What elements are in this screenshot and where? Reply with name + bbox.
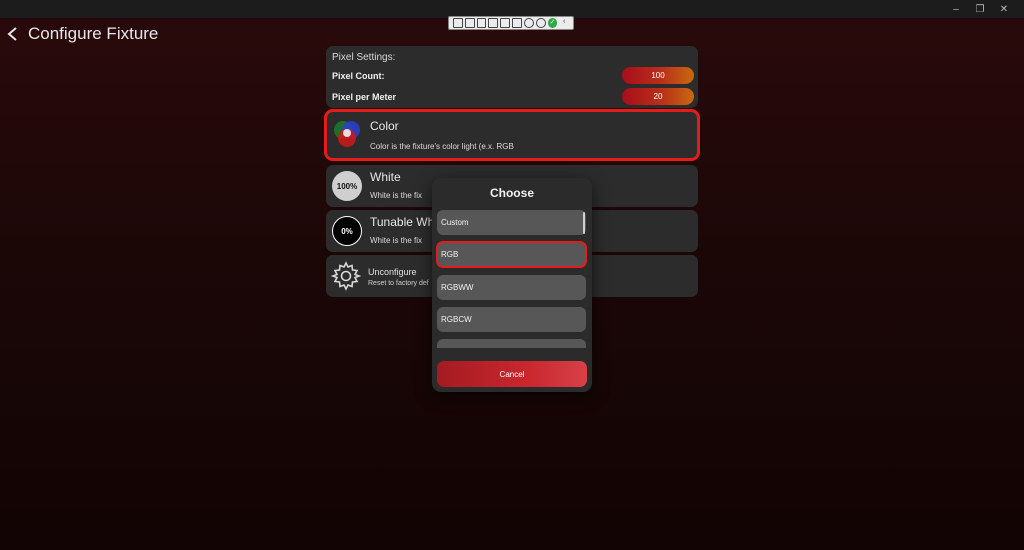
white-level-icon: 100% <box>332 171 362 201</box>
fixture-type-description: Color is the fixture's color light (e.x.… <box>370 142 514 151</box>
cancel-button[interactable]: Cancel <box>437 361 587 387</box>
select-element-icon[interactable] <box>476 18 487 28</box>
accessibility-icon[interactable] <box>535 18 546 28</box>
pixel-settings-card: Pixel Settings: Pixel Count: 100 Pixel p… <box>326 46 698 108</box>
fixture-type-color[interactable]: Color Color is the fixture's color light… <box>324 109 700 161</box>
ok-status-icon[interactable]: ✓ <box>547 18 558 28</box>
debug-toolbar: ✓ ‹ <box>448 16 574 30</box>
pixel-settings-title: Pixel Settings: <box>332 52 396 63</box>
fixture-type-description: White is the fix <box>370 191 423 200</box>
option-custom[interactable]: Custom <box>437 210 586 235</box>
option-rgbww[interactable]: RGBWW <box>437 275 586 300</box>
window-controls: – ❐ ✕ <box>944 2 1016 16</box>
dialog-title: Choose <box>489 186 534 200</box>
pixel-count-input[interactable]: 100 <box>622 67 694 84</box>
back-arrow-icon[interactable] <box>6 26 20 42</box>
page-title: Configure Fixture <box>28 24 159 43</box>
gear-icon <box>330 261 362 291</box>
choose-dialog: Choose Custom RGB RGBWW RGBCW RGBi Cance… <box>432 178 592 392</box>
rgb-color-icon <box>332 119 362 149</box>
minimize-button[interactable]: – <box>944 2 968 16</box>
live-visual-tree-icon[interactable] <box>453 18 463 28</box>
fixture-type-title: White <box>370 170 401 184</box>
tunable-white-level-icon: 0% <box>332 216 362 246</box>
pixel-per-meter-label: Pixel per Meter <box>332 92 397 102</box>
binding-failures-icon[interactable] <box>512 18 522 28</box>
display-layout-adorners-icon[interactable] <box>488 18 499 28</box>
close-button[interactable]: ✕ <box>992 2 1016 16</box>
pixel-count-label: Pixel Count: <box>332 71 385 81</box>
option-rgbi[interactable]: RGBi <box>437 339 586 348</box>
hot-reload-icon[interactable] <box>523 18 534 28</box>
pixel-per-meter-input[interactable]: 20 <box>622 88 694 105</box>
option-list-scrollbar[interactable] <box>583 212 585 234</box>
video-icon[interactable] <box>464 18 475 28</box>
restore-button[interactable]: ❐ <box>968 2 992 16</box>
track-focused-element-icon[interactable] <box>500 18 511 28</box>
collapse-icon[interactable]: ‹ <box>559 18 569 28</box>
unconfigure-description: Reset to factory def <box>368 280 429 287</box>
option-rgbcw[interactable]: RGBCW <box>437 307 586 332</box>
option-rgb[interactable]: RGB <box>436 241 587 268</box>
fixture-type-title: Tunable Wh <box>370 215 435 229</box>
fixture-type-description: White is the fix <box>370 236 423 245</box>
option-list[interactable]: Custom RGB RGBWW RGBCW RGBi <box>432 208 592 348</box>
fixture-type-title: Color <box>370 119 399 133</box>
unconfigure-title: Unconfigure <box>368 267 417 277</box>
